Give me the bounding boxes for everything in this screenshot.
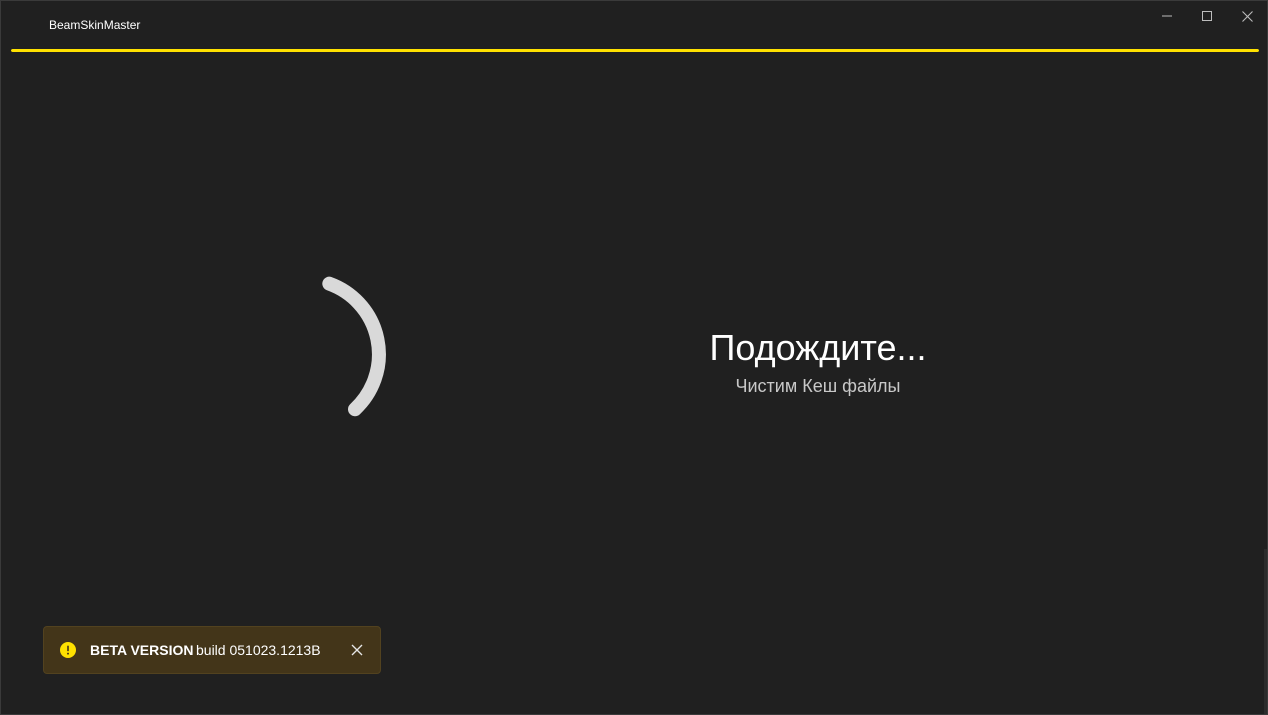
maximize-button[interactable] (1187, 1, 1227, 31)
minimize-button[interactable] (1147, 1, 1187, 31)
beta-infobar: BETA VERSION build 051023.1213B (43, 626, 381, 674)
window-edge (1264, 549, 1267, 714)
warning-icon (60, 642, 76, 658)
minimize-icon (1162, 15, 1172, 17)
infobar-close-button[interactable] (344, 637, 370, 663)
progress-bar (11, 49, 1259, 52)
status-subtitle: Чистим Кеш файлы (735, 376, 901, 396)
infobar-title: BETA VERSION (90, 642, 194, 658)
title-bar[interactable]: BeamSkinMaster (1, 1, 1267, 47)
status-title: Подождите... (709, 327, 927, 368)
app-window: BeamSkinMaster Подождите... Чистим Кеш ф… (0, 0, 1268, 715)
infobar-message: build 051023.1213B (196, 642, 321, 658)
app-title: BeamSkinMaster (49, 18, 141, 32)
loading-spinner-icon (322, 276, 386, 417)
progress-bar-fill (11, 49, 1259, 52)
close-icon (1241, 10, 1253, 22)
maximize-icon (1202, 11, 1212, 21)
close-icon (351, 644, 363, 656)
close-button[interactable] (1227, 1, 1267, 31)
